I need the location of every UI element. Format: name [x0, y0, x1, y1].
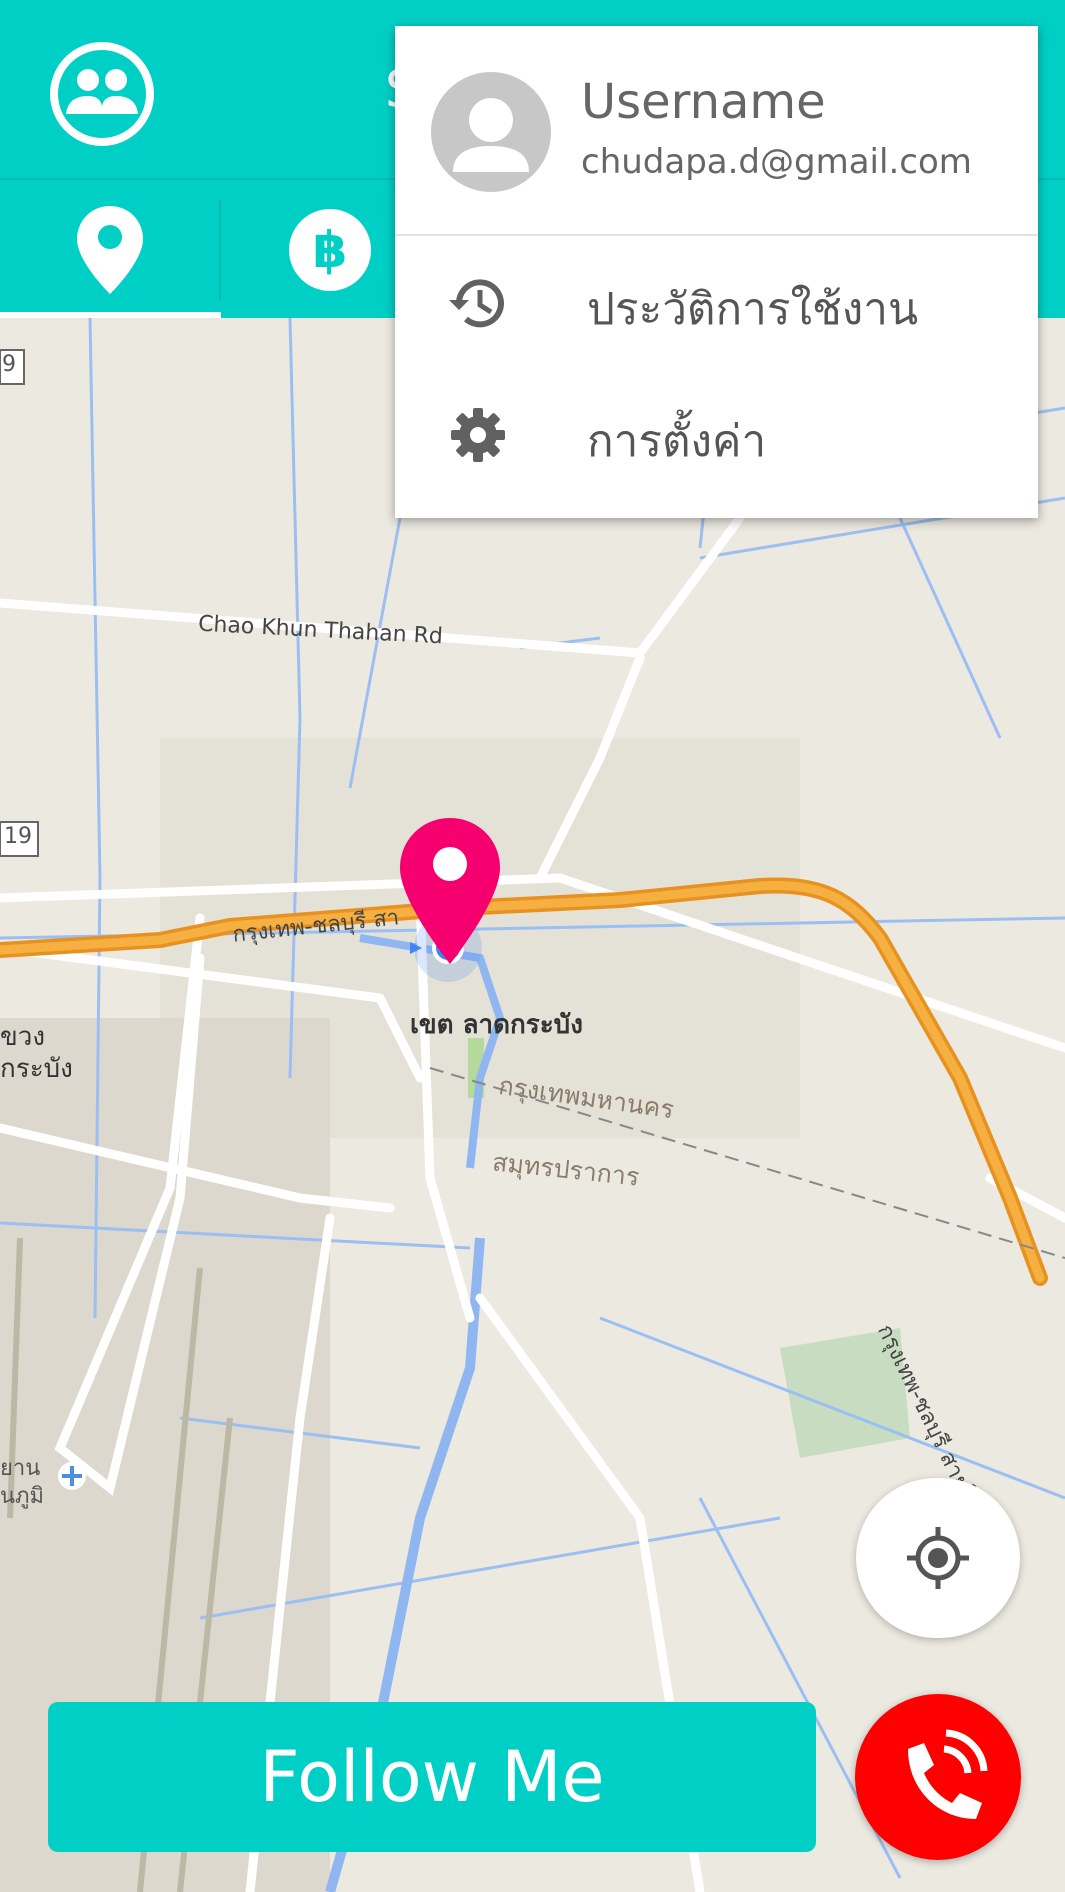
- menu-divider: [395, 234, 1038, 236]
- map-left-label: นภูมิ: [0, 1484, 45, 1509]
- menu-item-history[interactable]: ประวัติการใช้งาน: [395, 240, 1038, 360]
- menu-email: chudapa.d@gmail.com: [581, 142, 972, 182]
- map-left-label: กระบัง: [0, 1054, 73, 1084]
- tab-location[interactable]: [0, 180, 220, 320]
- my-location-button[interactable]: [856, 1478, 1020, 1638]
- gear-icon: [451, 408, 505, 462]
- person-icon: [453, 98, 529, 172]
- map-shield-label: 9: [2, 352, 16, 377]
- map-view[interactable]: 9 19 Chao Khun Thahan Rd กรุงเทพ-ชลบุรี …: [0, 318, 1065, 1892]
- menu-username: Username: [581, 74, 826, 130]
- call-button[interactable]: [855, 1694, 1021, 1860]
- map-district-label: เขต ลาดกระบัง: [410, 1010, 583, 1040]
- phone-call-icon: [908, 1729, 988, 1819]
- map-shield-label: 19: [4, 824, 32, 849]
- menu-item-label: ประวัติการใช้งาน: [587, 284, 919, 335]
- group-icon: [50, 42, 154, 146]
- menu-item-settings[interactable]: การตั้งค่า: [395, 372, 1038, 492]
- menu-item-label: การตั้งค่า: [587, 416, 767, 467]
- svg-text:฿: ฿: [313, 221, 348, 279]
- account-menu: Username chudapa.d@gmail.com ประวัติการใ…: [395, 26, 1038, 518]
- my-location-icon: [907, 1527, 969, 1589]
- location-pin-icon: [77, 206, 143, 294]
- follow-me-button[interactable]: Follow Me: [48, 1702, 816, 1852]
- bitcoin-icon: ฿: [289, 209, 371, 291]
- history-icon: [449, 279, 504, 328]
- destination-pin-icon[interactable]: [398, 816, 502, 966]
- profile-button[interactable]: [48, 40, 156, 148]
- avatar: [431, 72, 551, 192]
